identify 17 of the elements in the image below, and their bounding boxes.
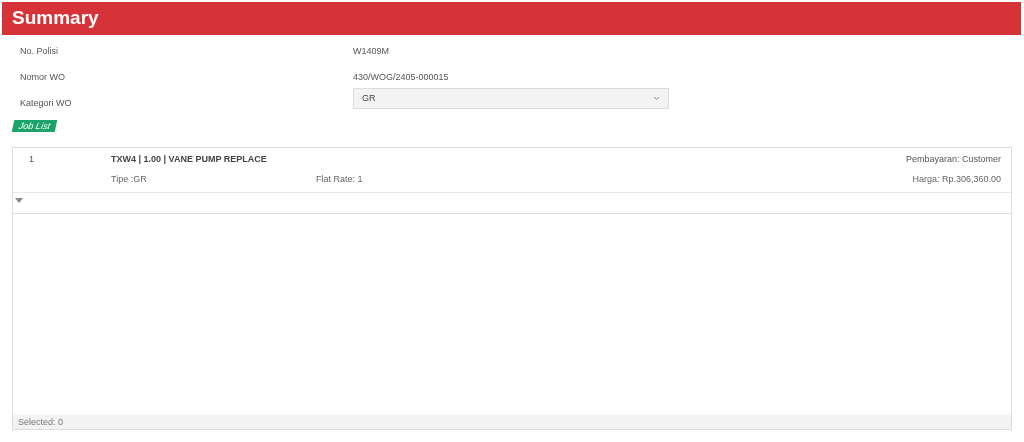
category-dropdown[interactable]: GR xyxy=(353,88,669,109)
row-number: 1 xyxy=(29,153,35,167)
flat-rate: Flat Rate: 1 xyxy=(316,173,363,187)
field-label: No. Polisi xyxy=(20,45,59,58)
expand-caret-icon[interactable] xyxy=(15,198,23,203)
job-title: TXW4 | 1.00 | VANE PUMP REPLACE xyxy=(111,153,267,167)
payment-text: Pembayaran: Customer xyxy=(905,153,1001,167)
price-text: Harga: Rp.306,360.00 xyxy=(912,173,1001,187)
field-value: 430/WOG/2405-000015 xyxy=(353,71,449,84)
field-label: Kategori WO xyxy=(20,97,73,110)
field-value: W1409M xyxy=(353,45,389,58)
selected-count: Selected: 0 xyxy=(13,415,1011,429)
page-title: Summary xyxy=(12,6,99,31)
field-label: Nomor WO xyxy=(20,71,66,84)
job-list-tag: Job List xyxy=(11,119,58,132)
job-type: Tipe :GR xyxy=(111,173,148,187)
chevron-down-icon xyxy=(653,96,660,101)
